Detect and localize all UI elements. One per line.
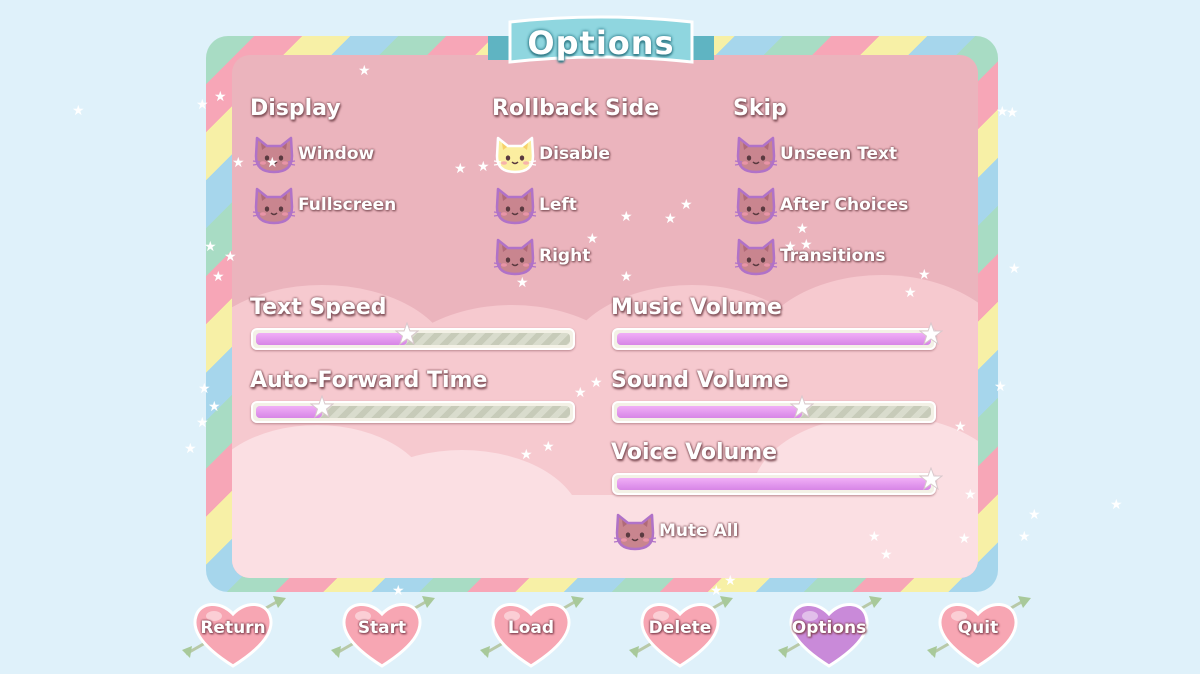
star-knob-icon[interactable]: [394, 322, 419, 346]
star-icon: ★: [196, 97, 209, 113]
star-knob-icon[interactable]: [919, 467, 943, 491]
cat-icon: [493, 136, 537, 174]
cat-icon: [252, 187, 296, 225]
star-icon: ★: [680, 197, 693, 213]
cat-icon: [493, 238, 537, 276]
star-icon: ★: [454, 161, 467, 177]
cat-icon: [734, 187, 778, 225]
rollback-heading: Rollback Side: [492, 96, 660, 121]
star-icon: ★: [1018, 529, 1031, 545]
page-title: Options: [527, 24, 675, 62]
star-icon: ★: [664, 211, 677, 227]
star-icon: ★: [358, 63, 371, 79]
cloud: [232, 495, 978, 578]
star-icon: ★: [868, 529, 881, 545]
star-knob-icon[interactable]: [790, 395, 815, 419]
text-speed-label: Text Speed: [250, 295, 387, 320]
star-icon: ★: [954, 419, 967, 435]
star-icon: ★: [196, 415, 209, 431]
star-icon: ★: [586, 231, 599, 247]
option-label: Left: [539, 195, 577, 215]
star-icon: ★: [796, 221, 809, 237]
star-icon: ★: [904, 285, 917, 301]
star-icon: ★: [590, 375, 603, 391]
star-icon: ★: [214, 89, 227, 105]
auto-forward-label: Auto-Forward Time: [250, 368, 488, 393]
star-icon: ★: [224, 249, 237, 265]
star-icon: ★: [72, 103, 85, 119]
star-icon: ★: [620, 209, 633, 225]
sound-volume-label: Sound Volume: [611, 368, 789, 393]
delete-button[interactable]: Delete: [625, 592, 735, 672]
text-speed-slider[interactable]: [251, 322, 575, 350]
star-icon: ★: [198, 381, 211, 397]
options-banner: Options: [488, 14, 714, 70]
skip-heading: Skip: [733, 96, 787, 121]
nav-label: Load: [507, 618, 555, 638]
cat-icon: [734, 238, 778, 276]
load-button[interactable]: Load: [476, 592, 586, 672]
display-heading: Display: [250, 96, 341, 121]
star-icon: ★: [212, 269, 225, 285]
music-volume-slider[interactable]: [612, 322, 943, 350]
star-icon: ★: [208, 399, 221, 415]
star-icon: ★: [958, 531, 971, 547]
star-icon: ★: [784, 239, 797, 255]
quit-button[interactable]: Quit: [923, 592, 1033, 672]
nav-label: Return: [200, 618, 266, 638]
music-volume-label: Music Volume: [611, 295, 782, 320]
star-icon: ★: [964, 487, 977, 503]
star-knob-icon[interactable]: [309, 395, 334, 419]
star-icon: ★: [1028, 507, 1041, 523]
sound-volume-slider[interactable]: [612, 395, 936, 423]
option-label: Right: [539, 246, 591, 266]
option-label: Disable: [539, 144, 611, 164]
star-icon: ★: [266, 155, 279, 171]
option-label: Unseen Text: [780, 144, 898, 164]
voice-volume-label: Voice Volume: [611, 440, 778, 465]
star-icon: ★: [1008, 261, 1021, 277]
star-icon: ★: [1006, 105, 1019, 121]
nav-label: Options: [791, 618, 867, 638]
star-icon: ★: [204, 239, 217, 255]
star-icon: ★: [516, 275, 529, 291]
star-icon: ★: [800, 237, 813, 253]
star-icon: ★: [232, 155, 245, 171]
star-icon: ★: [918, 267, 931, 283]
star-icon: ★: [620, 269, 633, 285]
options-button[interactable]: Options: [774, 592, 884, 672]
option-label: Fullscreen: [298, 195, 397, 215]
voice-volume-slider[interactable]: [612, 467, 943, 495]
cat-icon: [613, 513, 657, 551]
nav-label: Quit: [957, 618, 999, 638]
cat-icon: [734, 136, 778, 174]
slider-fill: [256, 333, 407, 345]
cat-icon: [493, 187, 537, 225]
star-icon: ★: [477, 159, 490, 175]
star-icon: ★: [880, 547, 893, 563]
auto-forward-slider[interactable]: [251, 395, 575, 423]
slider-fill: [617, 406, 803, 418]
star-knob-icon[interactable]: [919, 322, 943, 346]
slider-fill: [617, 333, 931, 345]
option-label: After Choices: [780, 195, 909, 215]
star-icon: ★: [542, 439, 555, 455]
star-icon: ★: [574, 385, 587, 401]
star-icon: ★: [1110, 497, 1123, 513]
star-icon: ★: [520, 447, 533, 463]
star-icon: ★: [184, 441, 197, 457]
option-label: Mute All: [659, 521, 739, 541]
nav-label: Start: [357, 618, 407, 638]
slider-fill: [617, 478, 931, 490]
star-icon: ★: [724, 573, 737, 589]
nav-label: Delete: [648, 618, 712, 638]
star-icon: ★: [994, 379, 1007, 395]
return-button[interactable]: Return: [178, 592, 288, 672]
start-button[interactable]: Start: [327, 592, 437, 672]
option-label: Window: [298, 144, 375, 164]
